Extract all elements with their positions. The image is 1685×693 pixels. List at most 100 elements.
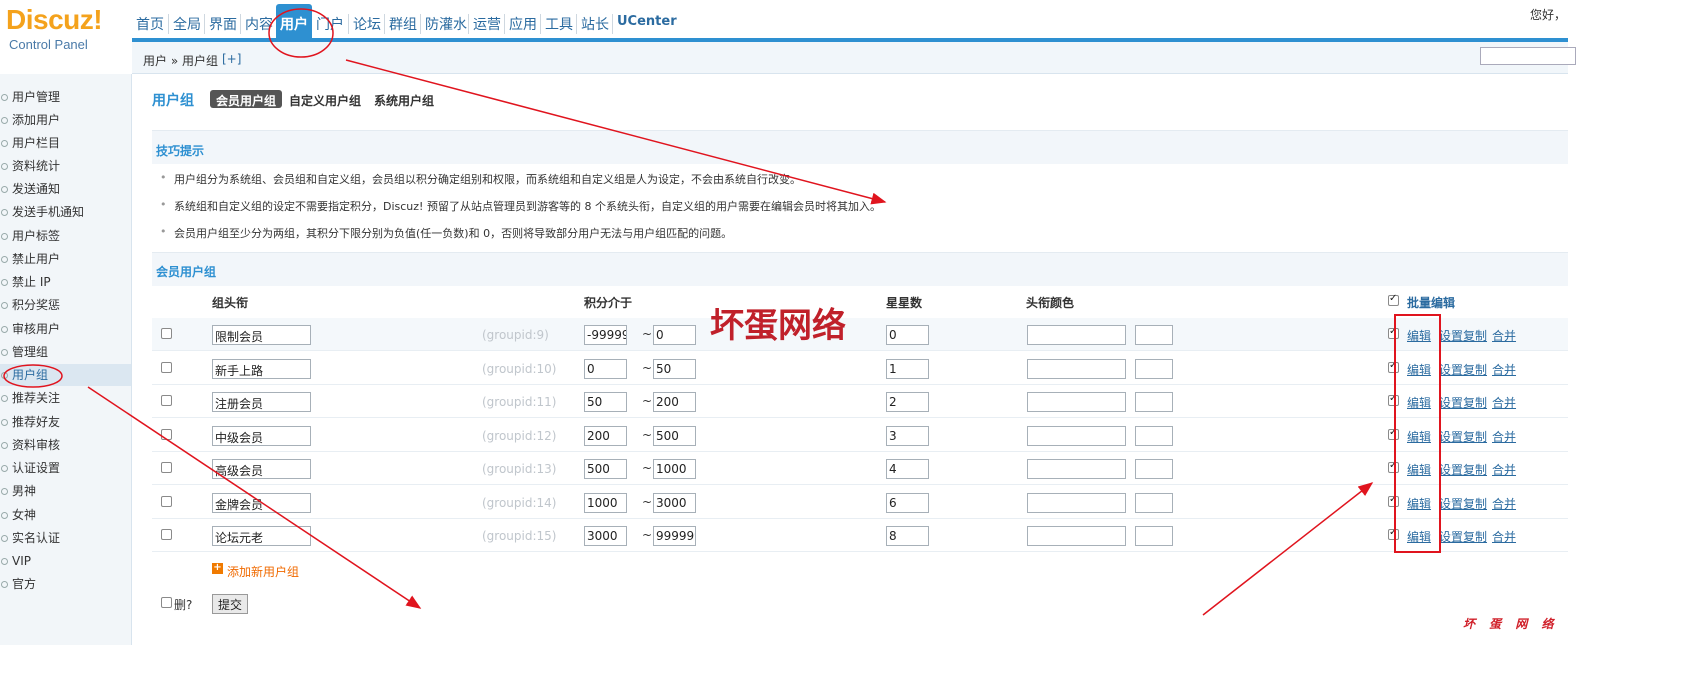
nav-user[interactable]: 用户 xyxy=(276,4,312,38)
sidebar-item[interactable]: 资料审核 xyxy=(0,434,131,456)
points-high-input[interactable]: 3000 xyxy=(653,492,696,513)
group-name-input[interactable]: 中级会员 xyxy=(212,425,311,446)
points-low-input[interactable]: 50 xyxy=(584,392,627,412)
color-picker-swatch[interactable] xyxy=(1135,392,1173,412)
nav-admin[interactable]: 站长 xyxy=(576,14,613,34)
edit-link[interactable]: 编辑 xyxy=(1407,495,1431,512)
batch-edit-row-checkbox[interactable] xyxy=(1388,527,1399,540)
merge-link[interactable]: 合并 xyxy=(1492,361,1516,378)
copy-settings-link[interactable]: 设置复制 xyxy=(1439,327,1487,344)
nav-apps[interactable]: 应用 xyxy=(504,14,541,34)
group-name-input[interactable]: 高级会员 xyxy=(212,459,311,479)
color-picker-swatch[interactable] xyxy=(1135,459,1173,479)
points-high-input[interactable]: 500 xyxy=(653,425,696,446)
stars-input[interactable]: 0 xyxy=(886,325,929,345)
color-picker-swatch[interactable] xyxy=(1135,526,1173,546)
stars-input[interactable]: 3 xyxy=(886,425,929,446)
sidebar-item[interactable]: 用户栏目 xyxy=(0,132,131,154)
sidebar-item[interactable]: 禁止用户 xyxy=(0,248,131,270)
delete-checkbox[interactable] xyxy=(161,597,172,608)
points-low-input[interactable]: -99999 xyxy=(584,325,627,345)
title-color-input[interactable] xyxy=(1027,425,1126,446)
color-picker-swatch[interactable] xyxy=(1135,425,1173,446)
stars-input[interactable]: 6 xyxy=(886,492,929,513)
row-select-checkbox[interactable] xyxy=(161,529,172,540)
title-color-input[interactable] xyxy=(1027,392,1126,412)
nav-antispam[interactable]: 防灌水 xyxy=(420,14,471,34)
title-color-input[interactable] xyxy=(1027,492,1126,513)
group-name-input[interactable]: 论坛元老 xyxy=(212,526,311,546)
copy-settings-link[interactable]: 设置复制 xyxy=(1439,495,1487,512)
add-shortcut-button[interactable]: [+] xyxy=(222,52,241,66)
title-color-input[interactable] xyxy=(1027,459,1126,479)
row-select-checkbox[interactable] xyxy=(161,428,172,440)
merge-link[interactable]: 合并 xyxy=(1492,394,1516,411)
stars-input[interactable]: 8 xyxy=(886,526,929,546)
batch-edit-row-checkbox[interactable] xyxy=(1388,460,1399,473)
edit-link[interactable]: 编辑 xyxy=(1407,361,1431,378)
sidebar-item[interactable]: 审核用户 xyxy=(0,318,131,340)
points-low-input[interactable]: 1000 xyxy=(584,492,627,513)
points-high-input[interactable]: 1000 xyxy=(653,459,696,479)
batch-edit-checkbox[interactable] xyxy=(1388,293,1399,306)
stars-input[interactable]: 1 xyxy=(886,358,929,379)
merge-link[interactable]: 合并 xyxy=(1492,528,1516,545)
sidebar-item[interactable]: 推荐好友 xyxy=(0,411,131,433)
copy-settings-link[interactable]: 设置复制 xyxy=(1439,394,1487,411)
tab-system-groups[interactable]: 系统用户组 xyxy=(368,90,440,108)
group-name-input[interactable]: 金牌会员 xyxy=(212,492,311,513)
nav-ucenter[interactable]: UCenter xyxy=(612,14,681,34)
nav-operation[interactable]: 运营 xyxy=(468,14,505,34)
submit-button[interactable]: 提交 xyxy=(212,594,249,614)
batch-edit-row-checkbox[interactable] xyxy=(1388,427,1399,440)
merge-link[interactable]: 合并 xyxy=(1492,428,1516,445)
title-color-input[interactable] xyxy=(1027,526,1126,546)
title-color-input[interactable] xyxy=(1027,325,1126,345)
title-color-input[interactable] xyxy=(1027,358,1126,379)
edit-link[interactable]: 编辑 xyxy=(1407,428,1431,445)
sidebar-item[interactable]: 用户标签 xyxy=(0,225,131,247)
sidebar-item[interactable]: 管理组 xyxy=(0,341,131,363)
row-select-checkbox[interactable] xyxy=(161,328,172,339)
sidebar-item[interactable]: VIP xyxy=(0,550,131,572)
col-header-batch-edit[interactable]: 批量编辑 xyxy=(1407,294,1455,311)
sidebar-item[interactable]: 积分奖惩 xyxy=(0,294,131,316)
row-select-checkbox[interactable] xyxy=(161,395,172,406)
sidebar-item[interactable]: 资料统计 xyxy=(0,155,131,177)
tab-custom-groups[interactable]: 自定义用户组 xyxy=(283,90,367,108)
sidebar-item[interactable]: 用户管理 xyxy=(0,86,131,108)
color-picker-swatch[interactable] xyxy=(1135,492,1173,513)
nav-portal[interactable]: 门户 xyxy=(312,14,348,34)
nav-interface[interactable]: 界面 xyxy=(204,14,241,34)
edit-link[interactable]: 编辑 xyxy=(1407,394,1431,411)
sidebar-item[interactable]: 发送通知 xyxy=(0,178,131,200)
batch-edit-row-checkbox[interactable] xyxy=(1388,494,1399,507)
group-name-input[interactable]: 限制会员 xyxy=(212,325,311,345)
group-name-input[interactable]: 新手上路 xyxy=(212,358,311,379)
copy-settings-link[interactable]: 设置复制 xyxy=(1439,428,1487,445)
sidebar-item[interactable]: 实名认证 xyxy=(0,527,131,549)
points-low-input[interactable]: 500 xyxy=(584,459,627,479)
points-high-input[interactable]: 999999 xyxy=(653,526,696,546)
group-name-input[interactable]: 注册会员 xyxy=(212,392,311,412)
stars-input[interactable]: 2 xyxy=(886,392,929,412)
logo[interactable]: Discuz! Control Panel xyxy=(0,0,132,72)
sidebar-item[interactable]: 女神 xyxy=(0,504,131,526)
nav-content[interactable]: 内容 xyxy=(240,14,277,34)
edit-link[interactable]: 编辑 xyxy=(1407,528,1431,545)
row-select-checkbox[interactable] xyxy=(161,361,172,373)
sidebar-item[interactable]: 官方 xyxy=(0,573,131,595)
points-high-input[interactable]: 0 xyxy=(653,325,696,345)
tab-member-groups[interactable]: 会员用户组 xyxy=(210,90,283,108)
sidebar-item[interactable]: 认证设置 xyxy=(0,457,131,479)
merge-link[interactable]: 合并 xyxy=(1492,461,1516,478)
sidebar-item[interactable]: 男神 xyxy=(0,480,131,502)
batch-edit-row-checkbox[interactable] xyxy=(1388,360,1399,373)
stars-input[interactable]: 4 xyxy=(886,459,929,479)
add-group-link[interactable]: 添加新用户组 xyxy=(227,563,299,580)
copy-settings-link[interactable]: 设置复制 xyxy=(1439,361,1487,378)
nav-global[interactable]: 全局 xyxy=(168,14,205,34)
points-low-input[interactable]: 3000 xyxy=(584,526,627,546)
row-select-checkbox[interactable] xyxy=(161,495,172,507)
merge-link[interactable]: 合并 xyxy=(1492,495,1516,512)
